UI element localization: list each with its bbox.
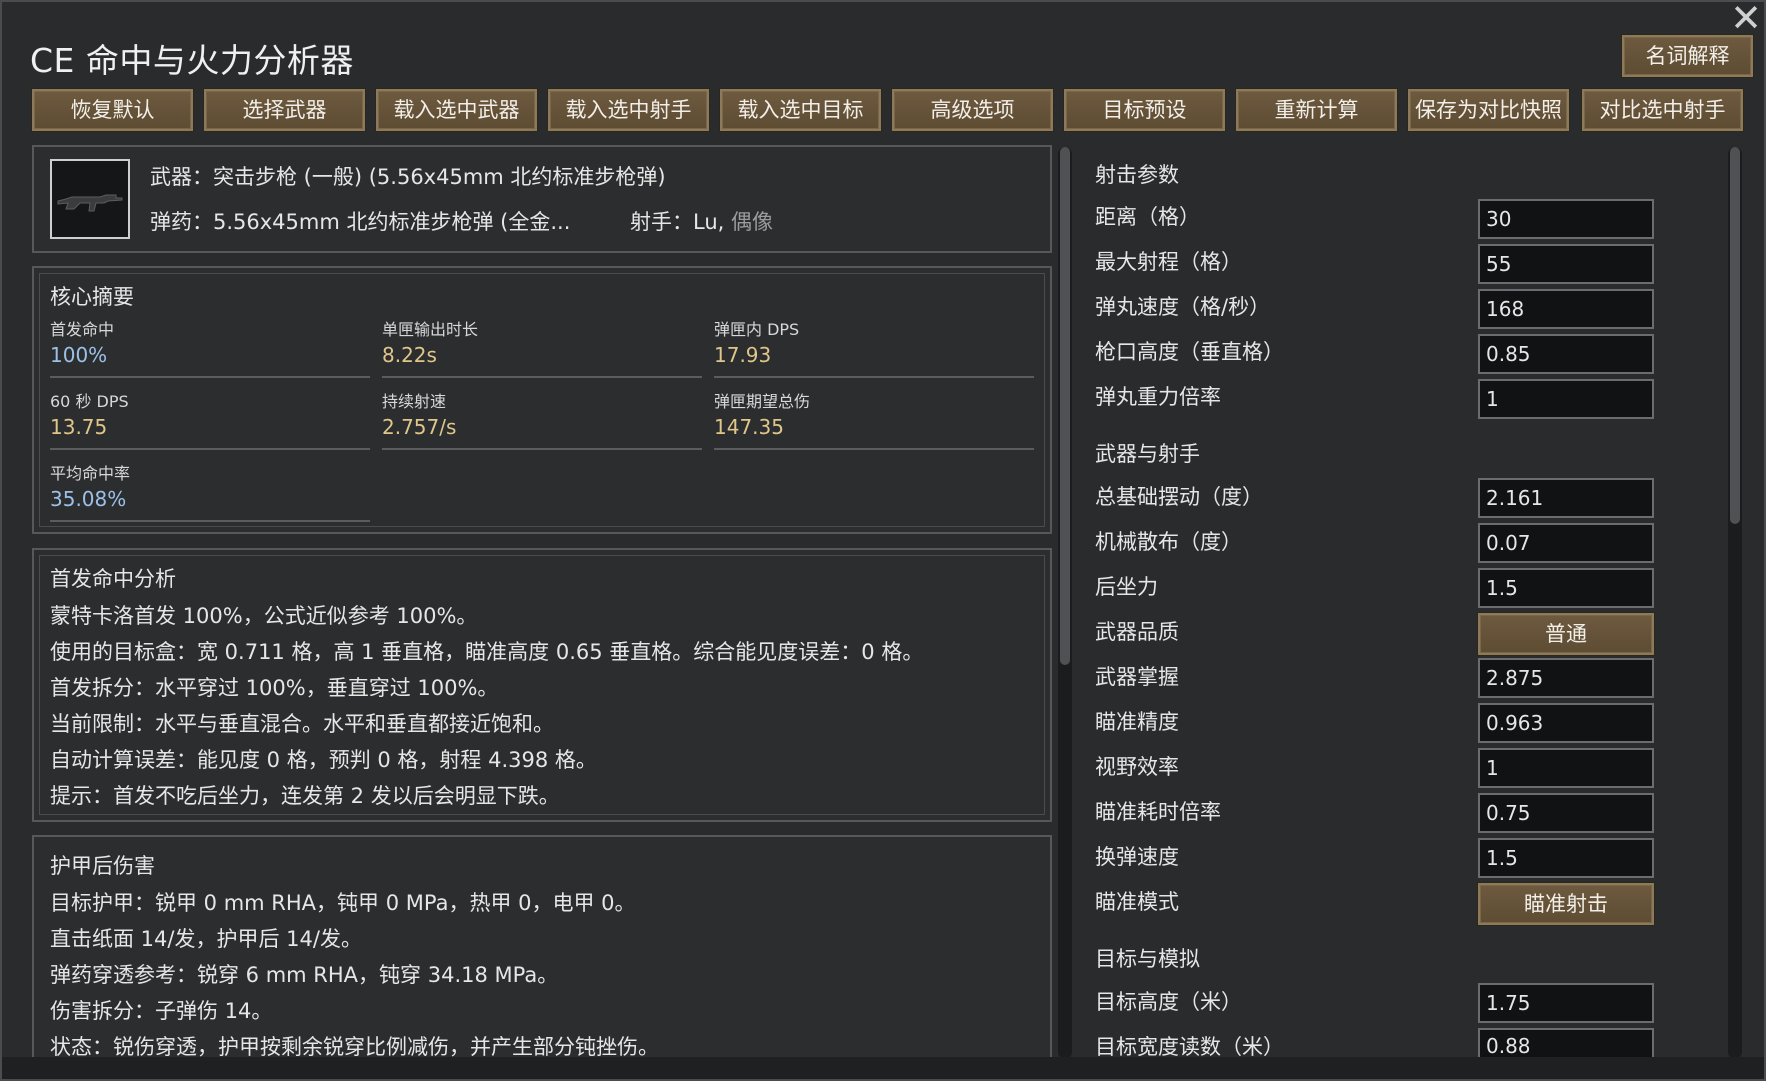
weapon-handling-input[interactable] <box>1478 658 1654 698</box>
stat-value: 13.75 <box>50 415 108 439</box>
param-label: 武器品质 <box>1095 620 1179 644</box>
weapon-name: 武器：突击步枪 (一般) (5.56x45mm 北约标准步枪弹) <box>150 165 666 189</box>
param-label: 武器掌握 <box>1095 665 1179 689</box>
param-label: 弹丸速度（格/秒） <box>1095 295 1271 319</box>
armor-damage-panel: 护甲后伤害 目标护甲：锐甲 0 mm RHA，钝甲 0 MPa，热甲 0，电甲 … <box>32 835 1052 1061</box>
param-label: 枪口高度（垂直格） <box>1095 340 1284 364</box>
first-shot-line: 当前限制：水平与垂直混合。水平和垂直都接近饱和。 <box>50 712 554 736</box>
armor-line: 直击纸面 14/发，护甲后 14/发。 <box>50 927 362 951</box>
stat-label: 单匣输出时长 <box>382 320 479 339</box>
param-label: 瞄准耗时倍率 <box>1095 800 1221 824</box>
param-label: 视野效率 <box>1095 755 1179 779</box>
stat-label: 持续射速 <box>382 392 447 411</box>
projectile-speed-input[interactable] <box>1478 289 1654 329</box>
param-label: 距离（格） <box>1095 205 1200 229</box>
summary-title: 核心摘要 <box>50 285 134 309</box>
stat-label: 平均命中率 <box>50 464 131 483</box>
param-label: 瞄准模式 <box>1095 890 1179 914</box>
select-weapon-button[interactable]: 选择武器 <box>203 88 366 132</box>
armor-title: 护甲后伤害 <box>50 854 155 878</box>
param-label: 换弹速度 <box>1095 845 1179 869</box>
rifle-icon <box>57 194 123 212</box>
first-shot-line: 使用的目标盒：宽 0.711 格，高 1 垂直格，瞄准高度 0.65 垂直格。综… <box>50 640 924 664</box>
load-selected-weapon-button[interactable]: 载入选中武器 <box>375 88 538 132</box>
param-label: 弹丸重力倍率 <box>1095 385 1221 409</box>
param-label: 瞄准精度 <box>1095 710 1179 734</box>
stat-value: 100% <box>50 343 108 367</box>
stat-label: 弹匣内 DPS <box>714 320 800 339</box>
target-preset-button[interactable]: 目标预设 <box>1063 88 1226 132</box>
section-target-sim: 目标与模拟 <box>1095 947 1200 971</box>
param-label: 总基础摆动（度） <box>1095 485 1263 509</box>
core-summary-panel: 核心摘要 首发命中 100% 单匣输出时长 8.22s 弹匣内 DPS 17.9… <box>32 266 1052 534</box>
shooter-trait: 偶像 <box>731 210 774 234</box>
right-scrollbar[interactable] <box>1728 147 1742 1059</box>
distance-input[interactable] <box>1478 199 1654 239</box>
armor-line: 目标护甲：锐甲 0 mm RHA，钝甲 0 MPa，热甲 0，电甲 0。 <box>50 891 636 915</box>
load-selected-target-button[interactable]: 载入选中目标 <box>719 88 882 132</box>
load-selected-shooter-button[interactable]: 载入选中射手 <box>547 88 710 132</box>
reset-default-button[interactable]: 恢复默认 <box>31 88 194 132</box>
gravity-factor-input[interactable] <box>1478 379 1654 419</box>
base-sway-input[interactable] <box>1478 478 1654 518</box>
stat-label: 首发命中 <box>50 320 115 339</box>
target-height-input[interactable] <box>1478 983 1654 1023</box>
advanced-options-button[interactable]: 高级选项 <box>891 88 1054 132</box>
param-label: 机械散布（度） <box>1095 530 1242 554</box>
analyzer-window: CE 命中与火力分析器 ✕ 名词解释 恢复默认 选择武器 载入选中武器 载入选中… <box>0 0 1766 1081</box>
left-scrollbar-thumb[interactable] <box>1060 147 1070 665</box>
aim-time-factor-input[interactable] <box>1478 793 1654 833</box>
sight-efficiency-input[interactable] <box>1478 748 1654 788</box>
spread-input[interactable] <box>1478 523 1654 563</box>
armor-line: 弹药穿透参考：锐穿 6 mm RHA，钝穿 34.18 MPa。 <box>50 963 559 987</box>
param-label: 目标高度（米） <box>1095 990 1242 1014</box>
stat-value: 17.93 <box>714 343 772 367</box>
aim-mode-button[interactable]: 瞄准射击 <box>1477 882 1655 926</box>
glossary-button[interactable]: 名词解释 <box>1621 34 1754 78</box>
ammo-name: 弹药：5.56x45mm 北约标准步枪弹 (全金... <box>150 210 571 234</box>
first-shot-panel: 首发命中分析 蒙特卡洛首发 100%，公式近似参考 100%。 使用的目标盒：宽… <box>32 548 1052 822</box>
stat-value: 35.08% <box>50 487 127 511</box>
stat-label: 弹匣期望总伤 <box>714 392 811 411</box>
close-icon[interactable]: ✕ <box>1726 0 1766 38</box>
stat-value: 147.35 <box>714 415 784 439</box>
armor-line: 伤害拆分：子弹伤 14。 <box>50 999 273 1023</box>
section-weapon-shooter: 武器与射手 <box>1095 442 1200 466</box>
shooter-info: 射手：Lu, 偶像 <box>630 206 773 236</box>
param-label: 后坐力 <box>1095 575 1158 599</box>
right-scrollbar-thumb[interactable] <box>1730 147 1740 524</box>
shooter-name: 射手：Lu, <box>630 210 725 234</box>
stat-label: 60 秒 DPS <box>50 392 129 411</box>
first-shot-line: 自动计算误差：能见度 0 格，预判 0 格，射程 4.398 格。 <box>50 748 597 772</box>
save-snapshot-button[interactable]: 保存为对比快照 <box>1407 88 1570 132</box>
bottom-edge <box>2 1057 1764 1079</box>
recalculate-button[interactable]: 重新计算 <box>1235 88 1398 132</box>
aim-accuracy-input[interactable] <box>1478 703 1654 743</box>
weapon-thumbnail[interactable] <box>50 159 130 239</box>
stat-value: 8.22s <box>382 343 437 367</box>
param-label: 最大射程（格） <box>1095 250 1242 274</box>
reload-speed-input[interactable] <box>1478 838 1654 878</box>
left-scrollbar[interactable] <box>1058 147 1072 1059</box>
compare-shooter-button[interactable]: 对比选中射手 <box>1581 88 1744 132</box>
first-shot-line: 蒙特卡洛首发 100%，公式近似参考 100%。 <box>50 604 478 628</box>
window-title: CE 命中与火力分析器 <box>30 41 354 80</box>
stat-value: 2.757/s <box>382 415 457 439</box>
muzzle-height-input[interactable] <box>1478 334 1654 374</box>
first-shot-title: 首发命中分析 <box>50 567 176 591</box>
recoil-input[interactable] <box>1478 568 1654 608</box>
first-shot-line: 首发拆分：水平穿过 100%，垂直穿过 100%。 <box>50 676 499 700</box>
weapon-quality-button[interactable]: 普通 <box>1477 612 1655 656</box>
weapon-panel: 武器：突击步枪 (一般) (5.56x45mm 北约标准步枪弹) 弹药：5.56… <box>32 145 1052 253</box>
section-shooting-params: 射击参数 <box>1095 163 1179 187</box>
max-range-input[interactable] <box>1478 244 1654 284</box>
first-shot-line: 提示：首发不吃后坐力，连发第 2 发以后会明显下跌。 <box>50 784 560 808</box>
